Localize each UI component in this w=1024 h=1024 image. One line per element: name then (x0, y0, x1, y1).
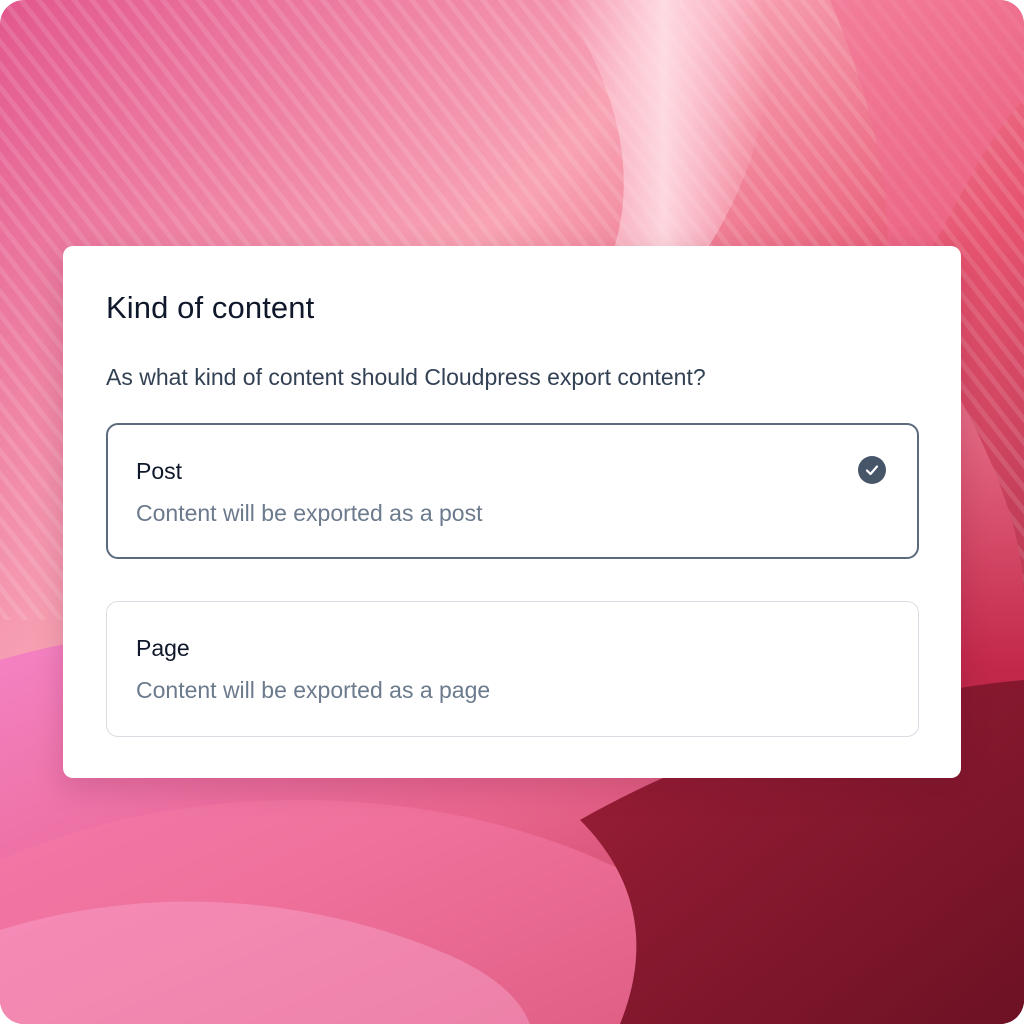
option-post-label: Post (136, 458, 183, 484)
dialog-title: Kind of content (106, 290, 315, 325)
screenshot-frame: Kind of content As what kind of content … (0, 0, 1024, 1024)
option-page[interactable]: Page Content will be exported as a page (106, 601, 919, 737)
option-page-description: Content will be exported as a page (136, 677, 491, 703)
option-post[interactable]: Post Content will be exported as a post (106, 423, 919, 559)
check-circle-icon (858, 456, 886, 484)
option-page-label: Page (136, 635, 190, 661)
dialog-question: As what kind of content should Cloudpres… (106, 364, 706, 390)
content-kind-dialog: Kind of content As what kind of content … (63, 246, 961, 778)
option-post-description: Content will be exported as a post (136, 500, 483, 526)
